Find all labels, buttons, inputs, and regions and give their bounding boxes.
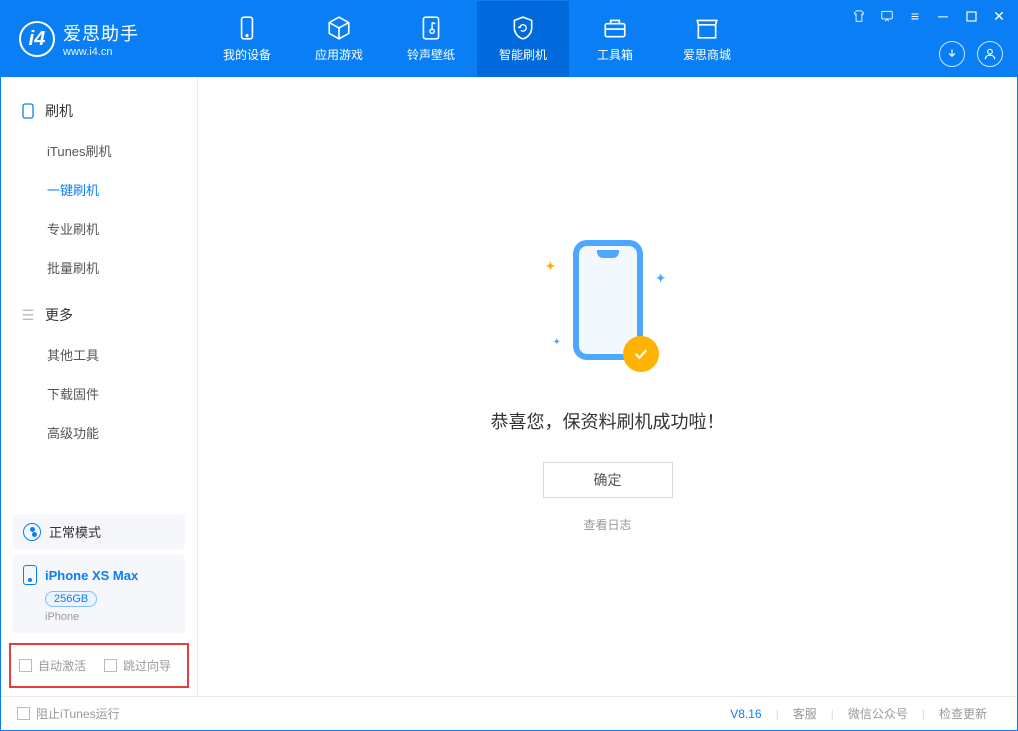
confirm-button[interactable]: 确定: [543, 462, 673, 498]
sidebar-item-other-tools[interactable]: 其他工具: [1, 335, 197, 374]
device-icon: [234, 15, 260, 41]
checkbox-icon: [17, 707, 30, 720]
device-phone-icon: [23, 565, 37, 585]
window-controls: ≡ ─ ✕: [849, 7, 1009, 25]
toolbox-icon: [602, 15, 628, 41]
footer: 阻止iTunes运行 V8.16 | 客服 | 微信公众号 | 检查更新: [1, 696, 1017, 730]
shield-refresh-icon: [510, 15, 536, 41]
auto-activate-checkbox[interactable]: 自动激活: [19, 657, 86, 674]
sidebar-group-more: ☰ 更多 其他工具 下载固件 高级功能: [1, 295, 197, 452]
success-message: 恭喜您，保资料刷机成功啦！: [491, 408, 725, 434]
store-icon: [694, 15, 720, 41]
main-content: ✦ ✦ ✦ 恭喜您，保资料刷机成功啦！ 确定 查看日志: [198, 77, 1017, 696]
device-type: iPhone: [45, 611, 175, 623]
mode-icon: [23, 523, 41, 541]
tab-my-device[interactable]: 我的设备: [201, 1, 293, 77]
sidebar-group-more-title[interactable]: ☰ 更多: [1, 295, 197, 335]
main-tabs: 我的设备 应用游戏 铃声壁纸 智能刷机 工具箱 爱思商城: [201, 1, 753, 77]
cube-icon: [326, 15, 352, 41]
sidebar-item-download-firmware[interactable]: 下载固件: [1, 374, 197, 413]
list-icon: ☰: [21, 308, 35, 322]
download-button[interactable]: [939, 41, 965, 67]
check-update-link[interactable]: 检查更新: [925, 705, 1001, 722]
music-file-icon: [418, 15, 444, 41]
block-itunes-checkbox[interactable]: 阻止iTunes运行: [17, 705, 120, 722]
checkbox-icon: [19, 659, 32, 672]
logo-text: 爱思助手 www.i4.cn: [63, 20, 139, 58]
logo-icon: i4: [19, 21, 55, 57]
sidebar-group-flash-title[interactable]: 刷机: [1, 91, 197, 131]
skip-guide-checkbox[interactable]: 跳过向导: [104, 657, 171, 674]
version-label: V8.16: [716, 707, 775, 721]
tab-store[interactable]: 爱思商城: [661, 1, 753, 77]
tab-smart-flash[interactable]: 智能刷机: [477, 1, 569, 77]
sparkle-icon: ✦: [553, 337, 561, 348]
device-storage-badge: 256GB: [45, 591, 97, 607]
sidebar-item-batch-flash[interactable]: 批量刷机: [1, 248, 197, 287]
sparkle-icon: ✦: [655, 270, 667, 287]
device-card[interactable]: iPhone XS Max 256GB iPhone: [13, 555, 185, 633]
tab-ringtones[interactable]: 铃声壁纸: [385, 1, 477, 77]
device-name: iPhone XS Max: [45, 568, 138, 583]
view-log-link[interactable]: 查看日志: [583, 516, 631, 533]
sidebar: 刷机 iTunes刷机 一键刷机 专业刷机 批量刷机 ☰ 更多 其他工具 下载固…: [1, 77, 198, 696]
phone-outline-icon: [21, 104, 35, 118]
sidebar-group-flash: 刷机 iTunes刷机 一键刷机 专业刷机 批量刷机: [1, 91, 197, 287]
device-mode-label: 正常模式: [49, 522, 101, 541]
brand-title: 爱思助手: [63, 20, 139, 46]
success-illustration: ✦ ✦ ✦: [563, 240, 653, 380]
options-highlight-box: 自动激活 跳过向导: [9, 643, 189, 688]
sidebar-bottom: 正常模式 iPhone XS Max 256GB iPhone 自动激活 跳过向…: [1, 508, 197, 696]
minimize-button[interactable]: ─: [933, 7, 953, 25]
close-button[interactable]: ✕: [989, 7, 1009, 25]
tab-toolbox[interactable]: 工具箱: [569, 1, 661, 77]
sidebar-item-one-key-flash[interactable]: 一键刷机: [1, 170, 197, 209]
sidebar-item-advanced[interactable]: 高级功能: [1, 413, 197, 452]
tab-apps[interactable]: 应用游戏: [293, 1, 385, 77]
user-button[interactable]: [977, 41, 1003, 67]
header-right: [939, 41, 1003, 67]
sparkle-icon: ✦: [545, 258, 557, 275]
wechat-link[interactable]: 微信公众号: [834, 705, 922, 722]
menu-icon[interactable]: ≡: [905, 7, 925, 25]
header: i4 爱思助手 www.i4.cn 我的设备 应用游戏 铃声壁纸 智能刷机 工具…: [1, 1, 1017, 77]
device-mode-status[interactable]: 正常模式: [13, 514, 185, 549]
sidebar-item-itunes-flash[interactable]: iTunes刷机: [1, 131, 197, 170]
brand-subtitle: www.i4.cn: [63, 46, 139, 58]
customer-service-link[interactable]: 客服: [779, 705, 831, 722]
feedback-icon[interactable]: [877, 7, 897, 25]
maximize-button[interactable]: [961, 7, 981, 25]
logo-area[interactable]: i4 爱思助手 www.i4.cn: [1, 1, 201, 77]
sidebar-item-pro-flash[interactable]: 专业刷机: [1, 209, 197, 248]
skin-icon[interactable]: [849, 7, 869, 25]
checkbox-icon: [104, 659, 117, 672]
checkmark-badge-icon: [623, 336, 659, 372]
